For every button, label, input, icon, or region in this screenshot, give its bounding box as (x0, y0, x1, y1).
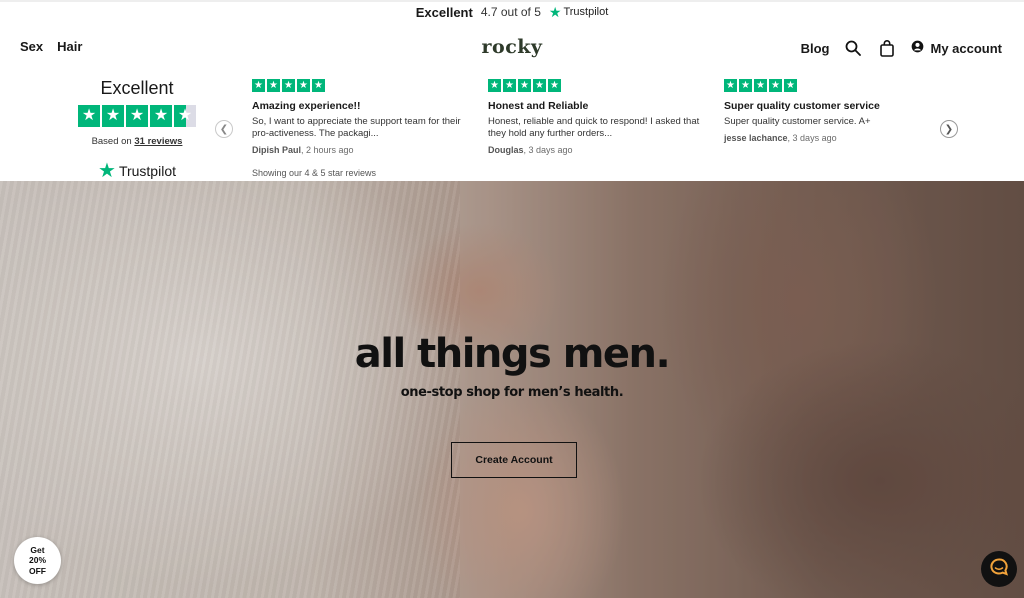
star-icon: ★ (518, 79, 531, 92)
rating-word: Excellent (415, 4, 473, 20)
star-icon: ★ (126, 105, 148, 127)
star-icon: ★ (724, 79, 737, 92)
based-on-text: Based on 31 reviews (78, 136, 196, 147)
review-card[interactable]: ★ ★ ★ ★ ★ Super quality customer service Sup… (724, 79, 942, 143)
carousel-prev-button[interactable]: ❮ (215, 120, 233, 138)
star-icon: ★ (533, 79, 546, 92)
nav-item-blog[interactable]: Blog (801, 41, 830, 56)
star-icon: ★ (548, 79, 561, 92)
review-text: Honest, reliable and quick to respond! I… (488, 116, 700, 139)
star-icon: ★ (150, 105, 172, 127)
star-icon: ★ (267, 79, 280, 92)
my-account-label: My account (930, 40, 1002, 56)
trustpilot-brand: Trustpilot (118, 163, 176, 179)
shopping-bag-icon[interactable] (877, 38, 897, 58)
trustpilot-reviews-widget: Excellent ★ ★ ★ ★ ★ Based on 31 reviews … (0, 72, 1024, 181)
star-icon: ★ (312, 79, 325, 92)
review-stars: ★ ★ ★ ★ ★ (488, 79, 706, 92)
discount-line-1: Get (30, 544, 45, 555)
user-icon (911, 40, 924, 56)
reviews-filter-note: Showing our 4 & 5 star reviews (252, 168, 377, 178)
summary-title: Excellent (100, 78, 174, 98)
based-prefix: Based on (91, 136, 132, 147)
review-text: So, I want to appreciate the support tea… (252, 116, 461, 139)
hero-title: all things men. (354, 331, 671, 377)
star-icon: ★ (769, 79, 782, 92)
chat-bubble-icon (989, 557, 1009, 582)
review-stars: ★ ★ ★ ★ ★ (724, 79, 942, 92)
review-text: Super quality customer service. A+ (724, 116, 871, 127)
review-meta: Dipish Paul, 2 hours ago (252, 145, 470, 155)
review-stars: ★ ★ ★ ★ ★ (252, 79, 470, 92)
reviews-count-link[interactable]: 31 reviews (134, 136, 182, 147)
chat-button[interactable] (981, 551, 1017, 587)
half-star-icon: ★ (174, 105, 196, 127)
trustpilot-star-icon: ★ (98, 160, 116, 182)
review-author: jesse lachance (724, 132, 788, 143)
chevron-right-icon: ❯ (944, 123, 954, 135)
trustpilot-topbar[interactable]: Excellent 4.7 out of 5 ★ Trustpilot (0, 0, 1024, 22)
star-icon: ★ (503, 79, 516, 92)
trustpilot-star-icon: ★ (548, 4, 562, 20)
chevron-left-icon: ❮ (219, 123, 229, 135)
review-meta: jesse lachance, 3 days ago (724, 133, 942, 143)
review-time: , 2 hours ago (301, 144, 354, 155)
trustpilot-logo: ★ Trustpilot (549, 5, 608, 19)
star-icon: ★ (252, 79, 265, 92)
search-icon[interactable] (843, 38, 863, 58)
trustpilot-logo[interactable]: ★ Trustpilot (78, 161, 196, 181)
create-account-button[interactable]: Create Account (451, 442, 577, 478)
rating-score: 4.7 out of 5 (480, 5, 541, 19)
site-header: Sex Hair rocky Blog My account (0, 32, 1024, 64)
my-account-link[interactable]: My account (911, 40, 1002, 56)
reviews-summary[interactable]: Excellent ★ ★ ★ ★ ★ Based on 31 reviews … (78, 78, 196, 181)
star-icon: ★ (282, 79, 295, 92)
review-title: Honest and Reliable (488, 100, 589, 112)
utility-nav: Blog My account (801, 38, 1002, 58)
hero-banner: all things men. one-stop shop for men’s … (0, 181, 1024, 598)
review-title: Amazing experience!! (252, 100, 361, 112)
hero-subtitle: one-stop shop for men’s health. (400, 385, 624, 400)
review-author: Dipish Paul (252, 144, 302, 155)
trustpilot-brand: Trustpilot (563, 6, 609, 18)
review-meta: Douglas, 3 days ago (488, 145, 706, 155)
review-time: , 3 days ago (523, 144, 573, 155)
star-icon: ★ (739, 79, 752, 92)
summary-star-rating: ★ ★ ★ ★ ★ (78, 105, 196, 127)
carousel-next-button[interactable]: ❯ (940, 120, 958, 138)
review-time: , 3 days ago (787, 132, 837, 143)
review-title: Super quality customer service (724, 100, 880, 112)
star-icon: ★ (78, 105, 100, 127)
star-icon: ★ (488, 79, 501, 92)
star-icon: ★ (102, 105, 124, 127)
discount-badge[interactable]: Get 20% OFF (14, 537, 61, 584)
review-card[interactable]: ★ ★ ★ ★ ★ Amazing experience!! So, I want to… (252, 79, 470, 155)
discount-line-2: 20% (28, 555, 46, 566)
review-author: Douglas (488, 144, 524, 155)
star-icon: ★ (784, 79, 797, 92)
star-icon: ★ (754, 79, 767, 92)
discount-line-3: OFF (29, 565, 46, 576)
star-icon: ★ (297, 79, 310, 92)
review-card[interactable]: ★ ★ ★ ★ ★ Honest and Reliable Honest, reliab… (488, 79, 706, 155)
